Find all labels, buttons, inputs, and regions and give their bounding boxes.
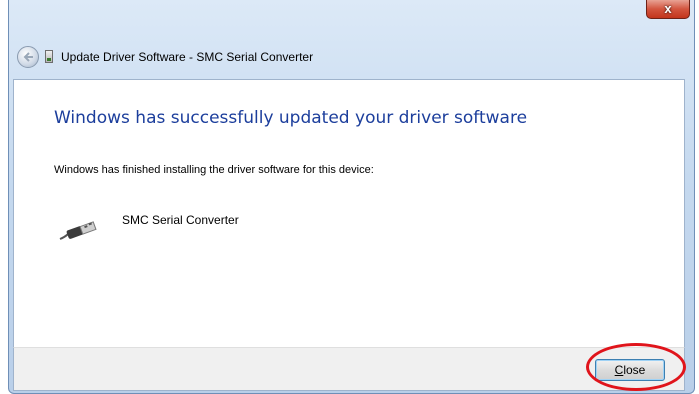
back-button[interactable] [17, 46, 39, 68]
close-button-label: lose [623, 363, 646, 377]
close-icon: x [664, 1, 672, 16]
page-heading: Windows has successfully updated your dr… [54, 108, 528, 128]
description-text: Windows has finished installing the driv… [54, 164, 374, 176]
close-button[interactable]: Close [595, 359, 665, 381]
dialog-footer: Close [13, 347, 685, 391]
usb-cable-icon [59, 221, 97, 240]
device-name: SMC Serial Converter [122, 213, 239, 227]
wizard-icon [45, 50, 53, 63]
back-arrow-icon [23, 52, 33, 62]
content-pane: Windows has successfully updated your dr… [13, 79, 685, 348]
window-title: Update Driver Software - SMC Serial Conv… [61, 50, 314, 64]
window-close-button[interactable]: x [646, 0, 690, 19]
title-bar: Update Driver Software - SMC Serial Conv… [13, 44, 690, 74]
